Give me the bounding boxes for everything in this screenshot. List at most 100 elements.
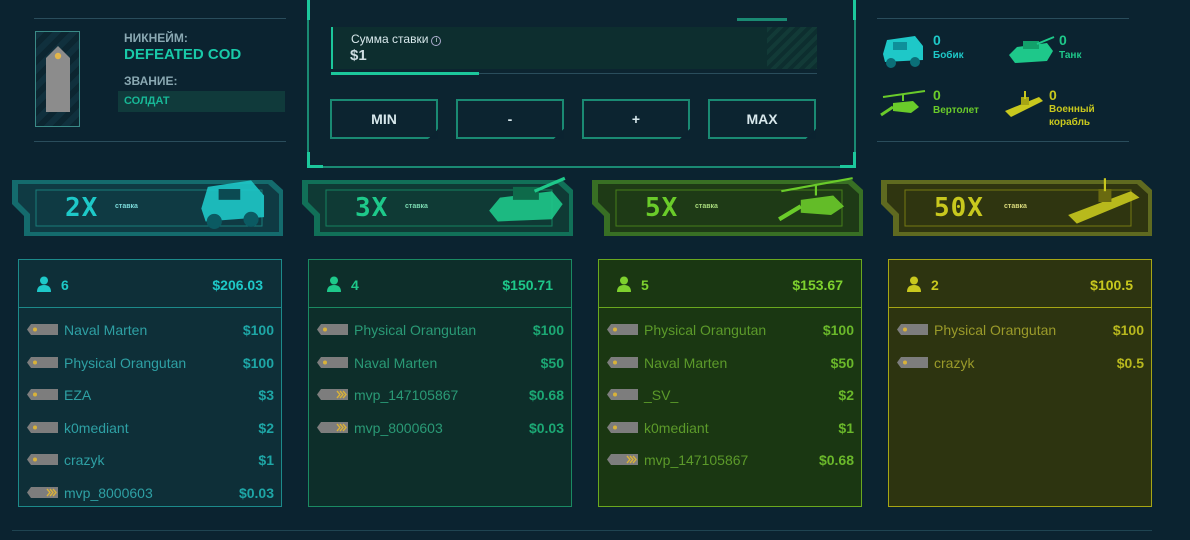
rank-value: СОЛДАТ xyxy=(118,91,285,112)
rank-badge-icon xyxy=(897,356,928,368)
legend-name: Танк xyxy=(1059,50,1082,61)
warship-icon xyxy=(1005,91,1043,117)
list-item: mvp_8000603 $0.03 xyxy=(309,413,571,443)
frame-corner xyxy=(840,0,856,20)
bet-amount-field[interactable]: Сумма ставки i $1 xyxy=(331,27,817,69)
bet-amount: $100 xyxy=(1112,322,1144,338)
rank-badge-icon xyxy=(27,486,58,498)
player-name: _SV_ xyxy=(644,387,679,403)
player-name: mvp_147105867 xyxy=(644,452,749,468)
warship-icon xyxy=(1068,178,1140,224)
bet-column-5x: 5 $153.67 Physical Orangutan $100 Naval … xyxy=(598,259,862,507)
legend-name: Военный корабль xyxy=(1049,104,1095,128)
list-item: Naval Marten $50 xyxy=(309,348,571,378)
column-total: $100.5 xyxy=(1090,277,1133,293)
rank-badge-icon xyxy=(607,324,638,335)
player-name: EZA xyxy=(64,387,92,403)
rank-badge-icon xyxy=(27,389,58,400)
user-icon xyxy=(37,276,51,292)
player-name: k0mediant xyxy=(64,419,129,436)
list-item: Physical Orangutan $100 xyxy=(309,315,571,345)
info-icon[interactable]: i xyxy=(431,36,442,46)
frame-corner xyxy=(840,152,856,168)
column-total: $150.71 xyxy=(502,277,553,293)
multiplier-value: 50X xyxy=(934,193,984,223)
column-header: 6 $206.03 xyxy=(19,260,281,308)
bet-amount: $50 xyxy=(540,354,564,371)
bet-amount-value[interactable]: $1 xyxy=(350,47,367,64)
multiplier-value: 5X xyxy=(645,193,679,223)
tab-accent xyxy=(737,18,787,21)
list-item: mvp_147105867 $0.68 xyxy=(599,445,861,475)
bet-amount: $1 xyxy=(258,452,274,468)
multiplier-banner-5x[interactable]: 5X ставка xyxy=(592,177,863,236)
rank-badge-icon xyxy=(317,356,348,368)
bet-column-50x: 2 $100.5 Physical Orangutan $100 crazyk … xyxy=(888,259,1152,507)
field-decoration xyxy=(767,27,817,69)
user-icon xyxy=(907,276,921,292)
player-name: Physical Orangutan xyxy=(354,322,477,338)
rank-badge-icon xyxy=(27,356,58,368)
players-count: 4 xyxy=(351,277,359,293)
rank-avatar xyxy=(35,31,80,127)
bet-amount: $100 xyxy=(822,322,854,338)
bet-amount: $100 xyxy=(242,322,274,338)
increase-bet-button[interactable]: + xyxy=(582,99,690,139)
player-name: Naval Marten xyxy=(644,354,728,371)
bet-amount-label-text: Сумма ставки xyxy=(351,32,429,46)
multiplier-value: 2X xyxy=(65,193,99,223)
list-item: EZA $3 xyxy=(19,380,281,410)
list-item: Naval Marten $100 xyxy=(19,315,281,345)
user-icon xyxy=(617,276,631,292)
multiplier-banner-50x[interactable]: 50X ставка xyxy=(881,178,1152,236)
legend-name: Вертолет xyxy=(933,105,979,116)
user-icon xyxy=(327,276,341,292)
rank-badge-icon xyxy=(607,356,638,368)
rank-badge-icon xyxy=(897,324,928,335)
players-count: 5 xyxy=(641,277,649,293)
list-item: mvp_8000603 $0.03 xyxy=(19,478,281,508)
player-name: Naval Marten xyxy=(64,322,148,338)
rank-badge-icon xyxy=(607,421,638,433)
player-name: crazyk xyxy=(934,354,975,371)
list-item: mvp_147105867 $0.68 xyxy=(309,380,571,410)
min-bet-button[interactable]: MIN xyxy=(330,99,438,139)
decrease-bet-button[interactable]: - xyxy=(456,99,564,139)
bet-column-2x: 6 $206.03 Naval Marten $100 Physical Ora… xyxy=(18,259,282,507)
list-item: Naval Marten $50 xyxy=(599,348,861,378)
column-header: 4 $150.71 xyxy=(309,260,571,308)
player-profile: НИКНЕЙМ: DEFEATED COD ЗВАНИЕ: СОЛДАТ xyxy=(34,18,286,142)
multiplier-banner-3x[interactable]: 3X ставка xyxy=(302,176,573,236)
multiplier-value: 3X xyxy=(355,193,389,223)
list-item: k0mediant $1 xyxy=(599,413,861,443)
multiplier-banner-2x[interactable]: 2X ставка xyxy=(12,180,283,236)
frame-corner xyxy=(307,152,323,168)
rank-badge-icon xyxy=(317,324,348,335)
list-item: Physical Orangutan $100 xyxy=(599,315,861,345)
multiplier-caption: ставка xyxy=(1004,203,1027,210)
player-name: k0mediant xyxy=(644,419,709,436)
column-total: $153.67 xyxy=(792,277,843,293)
legend-count: 0 xyxy=(933,87,941,103)
multiplier-caption: ставка xyxy=(695,203,718,210)
max-bet-button[interactable]: MAX xyxy=(708,99,816,139)
multiplier-caption: ставка xyxy=(115,203,138,210)
player-name: mvp_147105867 xyxy=(354,387,459,403)
legend-name: Бобик xyxy=(933,50,964,61)
player-name: Naval Marten xyxy=(354,354,438,371)
column-header: 5 $153.67 xyxy=(599,260,861,308)
bet-amount: $100 xyxy=(532,322,564,338)
players-count: 2 xyxy=(931,277,939,293)
legend-count: 0 xyxy=(933,32,941,48)
column-total: $206.03 xyxy=(212,277,263,293)
bet-amount: $0.68 xyxy=(818,452,854,468)
list-item: Physical Orangutan $100 xyxy=(889,315,1151,345)
armored-car-icon xyxy=(883,36,923,68)
player-name: Physical Orangutan xyxy=(644,322,767,338)
player-name: mvp_8000603 xyxy=(64,484,153,501)
bet-amount: $2 xyxy=(258,419,274,436)
bet-amount: $50 xyxy=(830,354,854,371)
tank-icon xyxy=(489,176,566,222)
bet-amount: $100 xyxy=(242,354,274,371)
bet-amount: $0.68 xyxy=(528,387,564,403)
